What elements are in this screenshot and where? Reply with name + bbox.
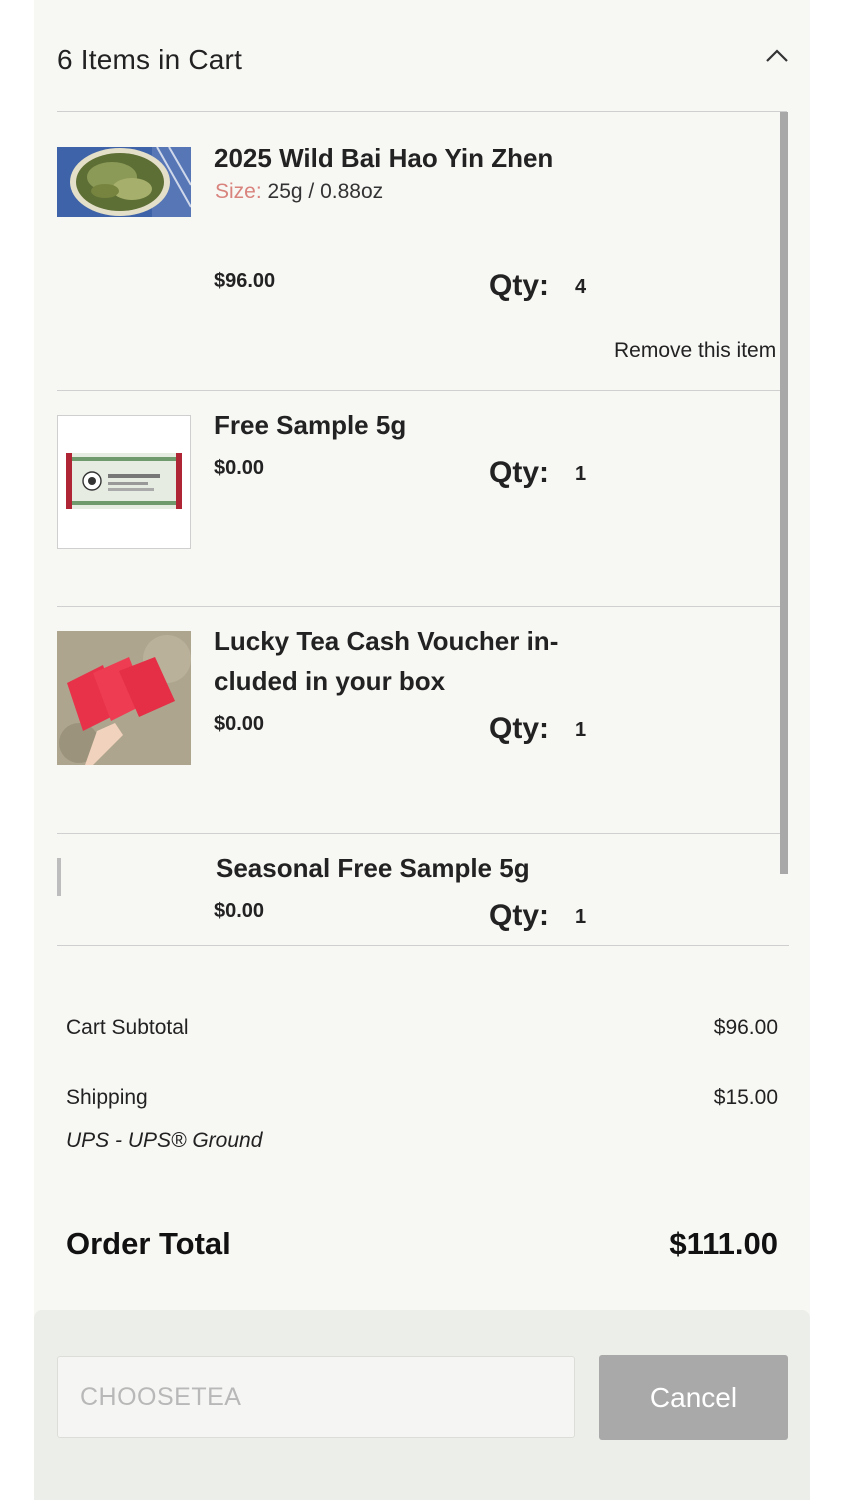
sample-packet-image <box>66 453 182 509</box>
product-image-bai-hao-yin-zhen[interactable] <box>57 147 191 217</box>
order-total-row: Order Total $111.00 <box>66 1226 778 1262</box>
shipping-row: Shipping $15.00 <box>66 1086 778 1110</box>
product-image-free-sample[interactable] <box>57 415 191 549</box>
qty-value[interactable]: 4 <box>575 276 586 299</box>
qty-label: Qty: <box>489 269 549 302</box>
product-name[interactable]: Free Sample 5g <box>214 405 594 445</box>
qty-label: Qty: <box>489 899 549 932</box>
subtotal-label: Cart Subtotal <box>66 1016 189 1039</box>
red-envelopes-image <box>57 631 191 765</box>
items-scrollbar[interactable] <box>780 112 788 874</box>
qty-value[interactable]: 1 <box>575 906 586 929</box>
subtotal-row: Cart Subtotal $96.00 <box>66 1016 778 1040</box>
product-name[interactable]: Seasonal Free Sample 5g <box>216 848 596 888</box>
item-price: $0.00 <box>214 713 265 735</box>
chevron-up-icon <box>766 49 788 62</box>
product-name-line-2: cluded in your box <box>214 666 446 696</box>
promo-code-input[interactable] <box>57 1356 575 1438</box>
qty-label: Qty: <box>489 712 549 745</box>
shipping-value: $15.00 <box>713 1086 778 1109</box>
size-value: 25g / 0.88oz <box>267 180 384 203</box>
minicart-panel: 6 Items in Cart 2025 Wild Bai Hao Yin Zh… <box>34 0 810 1500</box>
item-price: $0.00 <box>214 457 265 479</box>
cart-item: 2025 Wild Bai Hao Yin Zhen Size: 25g / 0… <box>57 112 787 391</box>
order-total-label: Order Total <box>66 1226 231 1261</box>
promo-footer: Cancel <box>34 1310 810 1500</box>
product-image-cash-voucher[interactable] <box>57 631 191 765</box>
qty-label: Qty: <box>489 456 549 489</box>
cart-item: Lucky Tea Cash Voucher in- cluded in you… <box>57 607 787 834</box>
product-image-seasonal-sample[interactable] <box>57 858 61 896</box>
cancel-button[interactable]: Cancel <box>599 1355 788 1440</box>
shipping-method: UPS - UPS® Ground <box>66 1129 263 1152</box>
cart-header: 6 Items in Cart <box>57 0 788 112</box>
collapse-cart-button[interactable] <box>757 36 797 76</box>
order-total-value: $111.00 <box>669 1226 778 1261</box>
qty-value[interactable]: 1 <box>575 463 586 486</box>
product-name[interactable]: 2025 Wild Bai Hao Yin Zhen <box>214 138 594 178</box>
item-price: $0.00 <box>214 900 265 922</box>
remove-item-link[interactable]: Remove this item <box>614 339 776 363</box>
shipping-label: Shipping <box>66 1086 148 1109</box>
product-name[interactable]: Lucky Tea Cash Voucher in- cluded in you… <box>214 621 594 701</box>
qty-value[interactable]: 1 <box>575 719 586 742</box>
cart-items-list[interactable]: 2025 Wild Bai Hao Yin Zhen Size: 25g / 0… <box>57 112 789 946</box>
tea-leaves-image <box>57 147 191 217</box>
cart-item: Free Sample 5g $0.00 Qty: 1 <box>57 391 787 607</box>
subtotal-value: $96.00 <box>713 1016 778 1039</box>
cart-title: 6 Items in Cart <box>57 44 243 75</box>
product-name-line-1: Lucky Tea Cash Voucher in- <box>214 626 559 656</box>
product-size: Size: 25g / 0.88oz <box>215 180 383 204</box>
size-label: Size: <box>215 180 262 203</box>
cart-item: Seasonal Free Sample 5g $0.00 Qty: 1 <box>57 834 787 945</box>
item-price: $96.00 <box>214 270 276 292</box>
